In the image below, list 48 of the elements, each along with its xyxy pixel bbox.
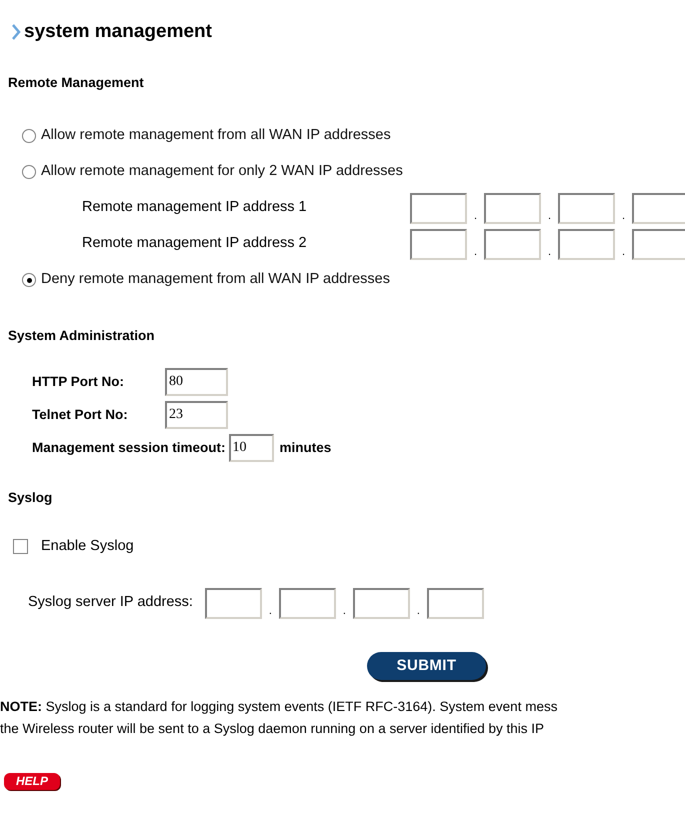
ip-octet-field[interactable] xyxy=(558,228,615,260)
ip-address-label: Remote management IP address 1 xyxy=(82,198,308,218)
ip-octet-field[interactable] xyxy=(410,192,467,224)
note-text: NOTE: Syslog is a standard for logging system events (IETF RFC-3164). System event mess xyxy=(0,698,558,716)
page-title: system management xyxy=(24,20,212,44)
radio-label: Allow remote management for only 2 WAN IP addresses xyxy=(41,162,403,182)
ip-octet-field[interactable] xyxy=(278,588,336,619)
checkbox[interactable] xyxy=(13,539,28,554)
port-field[interactable]: 10 xyxy=(228,434,274,462)
radio-button[interactable] xyxy=(22,129,36,143)
note-text: the Wireless router will be sent to a Syslog daemon running on a server identified by this IP xyxy=(0,720,544,738)
ip-octet-field[interactable] xyxy=(426,588,484,619)
dot-separator: . xyxy=(416,606,421,619)
section-heading: Syslog xyxy=(7,489,52,507)
radio-button[interactable] xyxy=(22,273,36,287)
dot-separator: . xyxy=(472,210,478,224)
dot-separator: . xyxy=(620,246,626,260)
ip-octet-field[interactable] xyxy=(558,192,615,224)
ip-octet-field[interactable] xyxy=(484,228,541,260)
field-label: Management session timeout: xyxy=(32,438,226,457)
submit-button[interactable]: SUBMIT xyxy=(367,652,486,680)
ip-octet-field[interactable] xyxy=(632,192,685,224)
port-field[interactable]: 23 xyxy=(165,401,228,429)
checkbox-label: Enable Syslog xyxy=(41,537,134,556)
field-label: Telnet Port No: xyxy=(32,406,129,424)
dot-separator: . xyxy=(268,606,273,619)
port-field[interactable]: 80 xyxy=(165,368,228,396)
unit-label: minutes xyxy=(280,438,332,457)
radio-label: Allow remote management from all WAN IP addresses xyxy=(41,126,391,146)
field-label: HTTP Port No: xyxy=(32,372,125,391)
radio-button[interactable] xyxy=(22,165,36,179)
section-heading: System Administration xyxy=(7,327,155,345)
ip-octet-field[interactable] xyxy=(352,588,410,619)
dot-separator: . xyxy=(342,606,347,619)
help-button[interactable]: HELP xyxy=(4,772,60,790)
ip-address-label: Remote management IP address 2 xyxy=(82,234,308,254)
radio-label: Deny remote management from all WAN IP addresses xyxy=(41,270,390,290)
ip-octet-field[interactable] xyxy=(484,192,541,224)
ip-address-label: Syslog server IP address: xyxy=(28,593,193,612)
section-heading: Remote Management xyxy=(7,74,144,92)
dot-separator: . xyxy=(546,210,552,224)
dot-separator: . xyxy=(620,210,626,224)
ip-octet-field[interactable] xyxy=(410,228,467,260)
ip-octet-field[interactable] xyxy=(204,588,262,619)
chevron-icon xyxy=(12,24,21,40)
ip-octet-field[interactable] xyxy=(632,228,685,260)
dot-separator: . xyxy=(546,246,552,260)
dot-separator: . xyxy=(472,246,478,260)
